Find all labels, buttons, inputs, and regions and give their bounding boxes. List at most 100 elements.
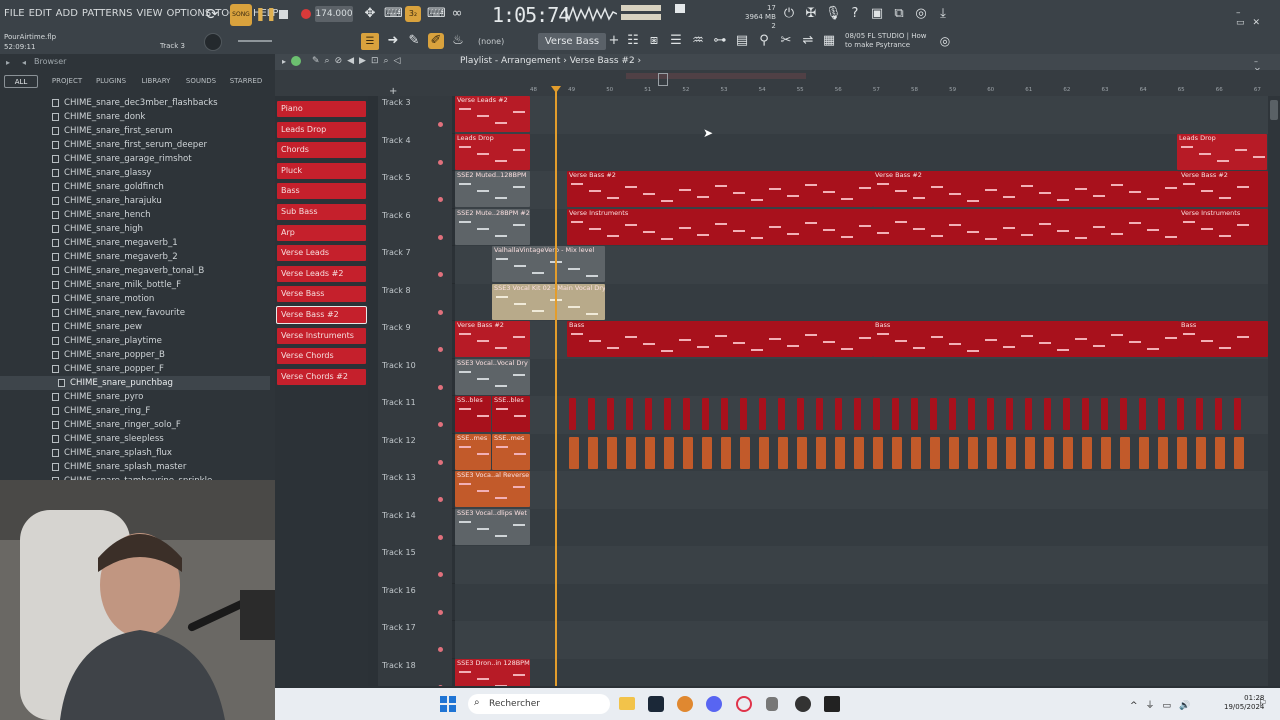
track-header[interactable]: Track 6 — [378, 208, 452, 246]
step-edit-icon[interactable]: 3₂ — [405, 6, 421, 22]
playhead-marker-icon[interactable] — [551, 86, 561, 93]
record-icon[interactable] — [301, 9, 311, 19]
track-header[interactable]: Track 17 — [378, 621, 452, 659]
hit-clip[interactable] — [1006, 436, 1016, 469]
hit-clip[interactable] — [626, 398, 633, 430]
file-explorer-icon[interactable] — [619, 697, 635, 710]
steam-icon[interactable] — [648, 696, 664, 712]
browser-item[interactable]: CHIME_snare_megaverb_tonal_B — [0, 264, 270, 278]
playlist-clip[interactable]: SS..bles — [455, 396, 491, 432]
hit-clip[interactable] — [664, 398, 671, 430]
browser-item[interactable]: CHIME_snare_megaverb_2 — [0, 250, 270, 264]
playlist-clip[interactable]: SSE3 Vocal..dlips Wet — [455, 508, 530, 545]
track-lane[interactable]: Leads Drop Leads Drop — [455, 133, 1268, 171]
hit-clip[interactable] — [1196, 436, 1206, 469]
hit-clip[interactable] — [778, 398, 785, 430]
track-mute-indicator[interactable] — [438, 309, 443, 315]
hit-clip[interactable] — [854, 398, 861, 430]
menu-edit[interactable]: EDIT — [29, 8, 52, 19]
hit-clip[interactable] — [1234, 436, 1244, 469]
tuning-fork-icon[interactable]: ✠ — [803, 6, 819, 22]
hit-clip[interactable] — [911, 436, 921, 469]
playlist-clip[interactable]: Bass — [567, 321, 873, 357]
hit-clip[interactable] — [1101, 398, 1108, 430]
browser-menu-icon[interactable]: ▸ — [6, 58, 10, 67]
news-hint[interactable]: 08/05 FL STUDIO | How to make Psytrance — [845, 32, 926, 50]
track-header[interactable]: Track 15 — [378, 546, 452, 584]
track-header[interactable]: Track 3 — [378, 96, 452, 134]
track-mute-indicator[interactable] — [438, 159, 443, 165]
playhead[interactable] — [555, 86, 557, 686]
master-pitch-slider[interactable] — [621, 14, 661, 20]
track-lane[interactable]: SSE2 Muted..128BPM Verse Bass #2 Verse Bas… — [455, 171, 1268, 209]
browser-item[interactable]: CHIME_snare_dec3mber_flashbacks — [0, 96, 270, 110]
browser-item[interactable]: CHIME_snare_playtime — [0, 334, 270, 348]
hit-clip[interactable] — [1082, 398, 1089, 430]
browser-item[interactable]: CHIME_snare_popper_B — [0, 348, 270, 362]
taskbar-search[interactable]: Rechercher — [468, 694, 610, 714]
browser-item[interactable]: CHIME_snare_first_serum_deeper — [0, 138, 270, 152]
store-icon[interactable]: ▦ — [821, 33, 837, 49]
playlist-clip[interactable]: Verse Leads #2 — [455, 96, 530, 132]
hit-clip[interactable] — [645, 436, 655, 469]
hit-clip[interactable] — [930, 398, 937, 430]
playlist-clip[interactable]: Leads Drop — [455, 133, 530, 170]
wait-input-icon[interactable]: ⌨ — [427, 6, 446, 22]
track-mute-indicator[interactable] — [438, 534, 443, 540]
discord-icon[interactable] — [706, 696, 722, 712]
hit-clip[interactable] — [683, 398, 690, 430]
browser-item[interactable]: CHIME_snare_pyro — [0, 390, 270, 404]
browser-item[interactable]: CHIME_snare_high — [0, 222, 270, 236]
track-lane[interactable]: SSE..mes SSE..mes — [455, 433, 1268, 471]
hit-clip[interactable] — [588, 398, 595, 430]
track-mute-indicator[interactable] — [438, 122, 443, 127]
hit-clip[interactable] — [968, 436, 978, 469]
download-icon[interactable]: ⤓ — [935, 6, 951, 22]
hit-clip[interactable] — [892, 436, 902, 469]
hit-clip[interactable] — [740, 398, 747, 430]
opera-icon[interactable] — [736, 696, 752, 712]
scrollbar-thumb[interactable] — [1270, 100, 1278, 120]
fl-studio-taskbar-icon[interactable] — [677, 696, 693, 712]
hit-clip[interactable] — [1063, 436, 1073, 469]
hit-clip[interactable] — [1196, 398, 1203, 430]
browser-item[interactable]: CHIME_snare_goldfinch — [0, 180, 270, 194]
playlist-clip[interactable]: SSE..bles — [492, 396, 530, 432]
track-mute-indicator[interactable] — [438, 459, 443, 465]
hit-clip[interactable] — [987, 436, 997, 469]
track-mute-indicator[interactable] — [438, 347, 443, 352]
playlist-clip[interactable]: Bass — [873, 321, 1179, 357]
track-header[interactable]: Track 8 — [378, 283, 452, 321]
browser-item[interactable]: CHIME_snare_sleepless — [0, 432, 270, 446]
hit-clip[interactable] — [816, 436, 826, 469]
help-icon[interactable]: ? — [847, 6, 863, 22]
hit-clip[interactable] — [1006, 398, 1013, 430]
stop-icon[interactable] — [279, 10, 288, 19]
track-mute-indicator[interactable] — [438, 572, 443, 577]
hit-clip[interactable] — [1158, 436, 1168, 469]
track-lane[interactable]: SSE3 Dron..in 128BPM — [455, 658, 1268, 686]
track-lane[interactable] — [455, 583, 1268, 621]
pattern-item[interactable]: Leads Drop — [277, 121, 366, 138]
hit-clip[interactable] — [626, 436, 636, 469]
playlist-clip[interactable]: ValhallaVintageVerb - Mix level — [492, 246, 605, 282]
track-header[interactable]: Track 11 — [378, 396, 452, 434]
playlist-clip[interactable]: Verse Bass #2 — [455, 321, 530, 357]
playlist-clip[interactable]: SSE3 Dron..in 128BPM — [455, 658, 530, 686]
browser-back-icon[interactable]: ◂ — [22, 58, 26, 67]
track-mute-indicator[interactable] — [438, 234, 443, 240]
plugin-icon[interactable]: ⧉ — [891, 6, 907, 22]
playlist-scrollbar[interactable] — [1268, 96, 1280, 686]
windows-start-icon[interactable] — [440, 696, 456, 712]
notification-icon[interactable]: ⚐ — [1258, 698, 1267, 709]
metronome-loop-icon[interactable]: ⟳ — [204, 6, 220, 22]
track-lane[interactable]: SSE2 Mute..28BPM #2 Verse Instruments Vers… — [455, 208, 1268, 246]
hit-clip[interactable] — [721, 436, 731, 469]
hit-clip[interactable] — [702, 436, 712, 469]
browser-item[interactable]: CHIME_snare_megaverb_1 — [0, 236, 270, 250]
playlist-view-icon[interactable]: ☷ — [625, 33, 641, 49]
track-mute-indicator[interactable] — [438, 197, 443, 202]
hit-clip[interactable] — [1139, 398, 1146, 430]
track-header[interactable]: Track 14 — [378, 508, 452, 546]
hit-clip[interactable] — [1044, 398, 1051, 430]
